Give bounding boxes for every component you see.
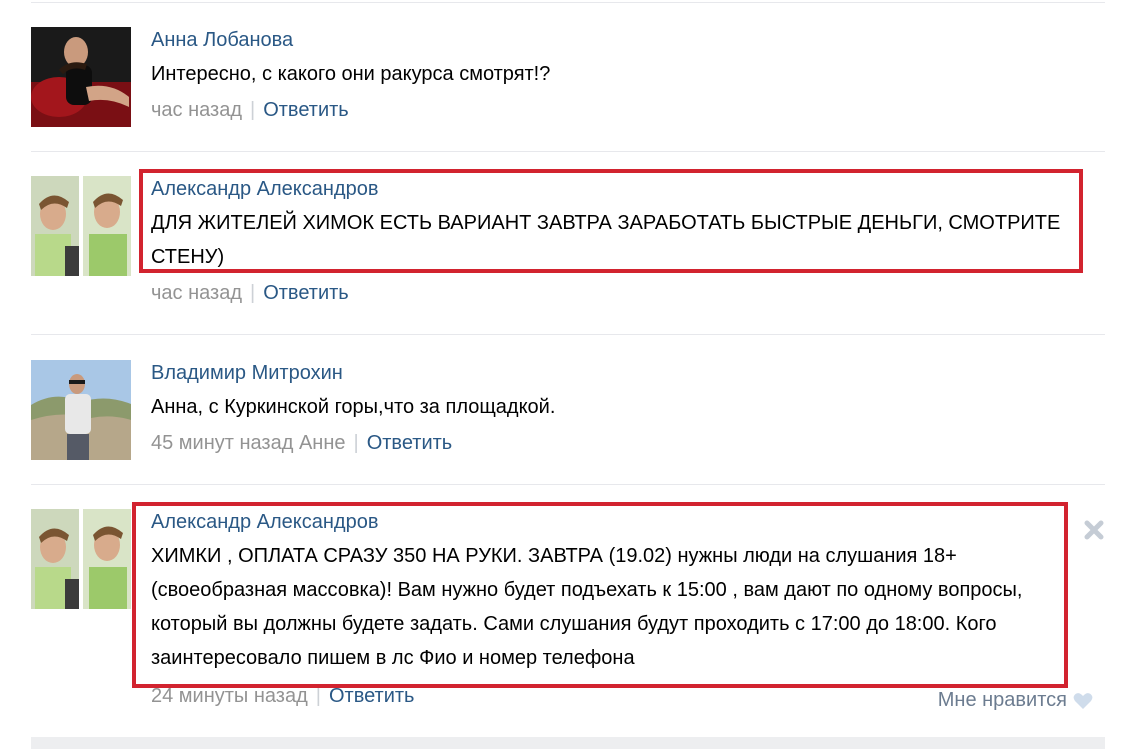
bottom-panel xyxy=(31,737,1105,749)
meta-divider: | xyxy=(315,685,321,707)
reply-link[interactable]: Ответить xyxy=(263,282,349,304)
comment-body: Анна Лобанова Интересно, с какого они ра… xyxy=(151,27,1091,123)
avatar[interactable] xyxy=(31,27,131,127)
comment-body: Владимир Митрохин Анна, с Куркинской гор… xyxy=(151,360,1091,456)
comment-time[interactable]: 24 минуты назад xyxy=(151,685,308,707)
comment-author[interactable]: Анна Лобанова xyxy=(151,27,1091,53)
comment-text: Анна, с Куркинской горы,что за площадкой… xyxy=(151,396,556,418)
avatar[interactable] xyxy=(31,509,131,609)
man-landscape-avatar-image xyxy=(31,360,131,460)
avatar[interactable] xyxy=(31,176,131,276)
comment-text: Интересно, с какого они ракурса смотрят!… xyxy=(151,63,551,85)
top-divider xyxy=(31,2,1105,3)
highlight-frame xyxy=(132,502,1068,688)
close-x-icon[interactable] xyxy=(1083,519,1105,541)
meta-divider: | xyxy=(353,432,359,454)
reply-link[interactable]: Ответить xyxy=(263,99,349,121)
comment-author[interactable]: Владимир Митрохин xyxy=(151,360,1091,386)
woman-avatar-image xyxy=(31,27,131,127)
comment-time[interactable]: час назад xyxy=(151,99,242,121)
comment-divider xyxy=(31,484,1105,485)
meta-divider: | xyxy=(250,282,256,304)
comment-time[interactable]: час назад xyxy=(151,282,242,304)
comment-meta: 45 минут назад Анне | Ответить xyxy=(151,430,1091,456)
comment-time[interactable]: 45 минут назад Анне xyxy=(151,432,346,454)
like-label: Мне нравится xyxy=(937,689,1067,711)
comments-list: Анна Лобанова Интересно, с какого они ра… xyxy=(31,0,1105,749)
meta-divider: | xyxy=(250,99,256,121)
comment-divider xyxy=(31,334,1105,335)
two-men-avatar-image xyxy=(31,176,131,276)
two-men-avatar-image xyxy=(31,509,131,609)
heart-icon xyxy=(1073,692,1093,709)
comment-divider xyxy=(31,151,1105,152)
like-button[interactable]: Мне нравится xyxy=(938,689,1093,712)
highlight-frame xyxy=(139,169,1083,273)
comment-meta: час назад | Ответить xyxy=(151,97,1091,123)
reply-link[interactable]: Ответить xyxy=(329,685,415,707)
comment-meta: час назад | Ответить xyxy=(151,280,1091,306)
reply-link[interactable]: Ответить xyxy=(367,432,453,454)
avatar[interactable] xyxy=(31,360,131,460)
